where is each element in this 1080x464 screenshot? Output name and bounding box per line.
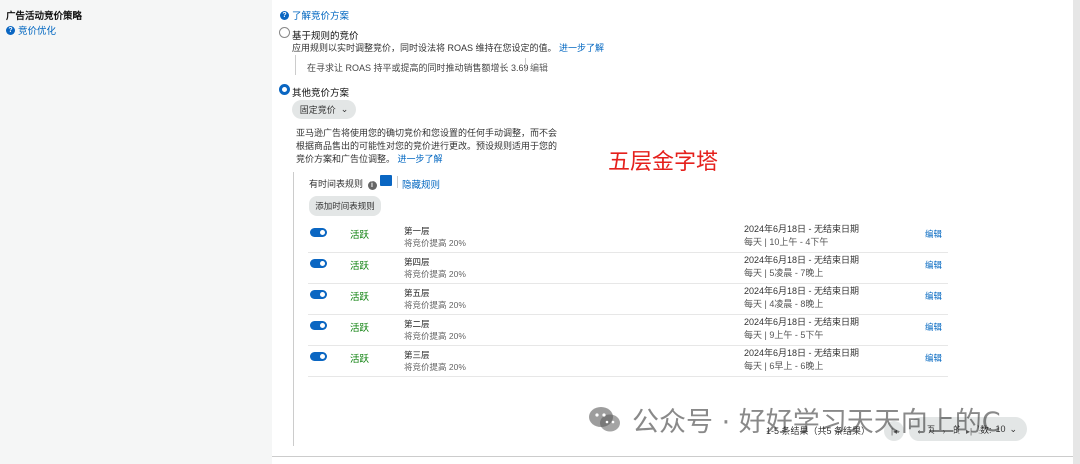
watermark: 公众号 · 好好学习天天向上的C [588, 400, 1001, 439]
rule-desc: 将竞价提高 20% [404, 362, 466, 372]
rule-edit-link[interactable]: 编辑 [925, 321, 942, 333]
rule-row: 活跃 第二层将竞价提高 20% 2024年6月18日 - 无结束日期 每天 | 9上午… [308, 315, 948, 346]
rule-toggle[interactable] [310, 259, 327, 268]
bidding-type-value: 固定竞价 [299, 105, 336, 115]
rule-desc: 将竞价提高 20% [404, 269, 466, 279]
rule-date: 2024年6月18日 - 无结束日期 [744, 286, 860, 296]
rule-name: 第三层 [404, 350, 430, 360]
rule-status: 活跃 [350, 292, 370, 303]
rule-toggle[interactable] [310, 352, 327, 361]
rule-edit-link[interactable]: 编辑 [925, 259, 942, 271]
rule-status: 活跃 [350, 261, 370, 272]
rule-based-learn-more[interactable]: 进一步了解 [559, 43, 604, 53]
other-bidding-label: 其他竞价方案 [292, 88, 350, 99]
annotation-title: 五层金字塔 [608, 150, 719, 175]
sidebar: 广告活动竞价策略 ? 竞价优化 [0, 0, 272, 464]
rule-time: 每天 | 9上午 - 5下午 [744, 330, 824, 340]
roas-edit-link[interactable]: 编辑 [530, 61, 548, 74]
rule-status: 活跃 [350, 323, 370, 334]
bidding-type-dropdown[interactable]: 固定竞价 ⌄ [292, 100, 356, 119]
watermark-text: 公众号 · 好好学习天天向上的C [632, 407, 1001, 438]
sidebar-title: 广告活动竞价策略 [6, 11, 83, 22]
rule-name: 第四层 [404, 257, 430, 267]
rule-edit-link[interactable]: 编辑 [925, 290, 942, 302]
rule-date: 2024年6月18日 - 无结束日期 [744, 348, 860, 358]
rule-row: 活跃 第四层将竞价提高 20% 2024年6月18日 - 无结束日期 每天 | 5凌晨… [308, 253, 948, 284]
other-bidding-desc-2: 根据商品售出的可能性对您的竞价进行更改。预设规则适用于您的 [296, 141, 558, 151]
other-bidding-desc-3-text: 竞价方案和广告位调整。 [296, 154, 396, 164]
rule-date: 2024年6月18日 - 无结束日期 [744, 255, 860, 265]
rule-toggle[interactable] [310, 290, 327, 299]
rule-toggle[interactable] [310, 228, 327, 237]
rule-edit-link[interactable]: 编辑 [925, 228, 942, 240]
rule-status: 活跃 [350, 354, 370, 365]
rule-time: 每天 | 10上午 - 4下午 [744, 237, 829, 247]
rule-status: 活跃 [350, 230, 370, 241]
bid-optimization-link[interactable]: ? 竞价优化 [6, 23, 56, 37]
rule-based-label: 基于规则的竞价 [292, 31, 359, 42]
bid-optimization-label: 竞价优化 [18, 26, 57, 37]
rule-based-desc-text: 应用规则以实时调整竞价，同时设法将 ROAS 维持在您设定的值。 [292, 43, 557, 53]
rule-based-radio[interactable] [279, 27, 290, 38]
calendar-chart-icon[interactable] [380, 175, 392, 186]
other-bidding-desc-3: 竞价方案和广告位调整。 进一步了解 [296, 152, 443, 165]
rule-time: 每天 | 6早上 - 6晚上 [744, 361, 824, 371]
divider [397, 176, 398, 188]
rule-desc: 将竞价提高 20% [404, 331, 466, 341]
other-bidding-radio[interactable] [279, 84, 290, 95]
hide-rules-link[interactable]: 隐藏规则 [402, 177, 440, 191]
schedule-label-text: 有时间表规则 [309, 179, 364, 189]
help-icon: ? [280, 10, 289, 20]
roas-goal-text: 在寻求让 ROAS 持平或提高的同时推动销售额增长 3.69 [307, 63, 529, 73]
chevron-down-icon: ⌄ [1009, 423, 1018, 434]
wechat-icon [589, 406, 620, 431]
rule-edit-link[interactable]: 编辑 [925, 352, 942, 364]
info-icon[interactable]: i [367, 181, 377, 190]
rule-based-desc: 应用规则以实时调整竞价，同时设法将 ROAS 维持在您设定的值。 进一步了解 [292, 41, 604, 54]
rule-desc: 将竞价提高 20% [404, 238, 466, 248]
rule-name: 第一层 [404, 226, 430, 236]
other-bidding-learn-more[interactable]: 进一步了解 [398, 154, 443, 164]
rule-row: 活跃 第三层将竞价提高 20% 2024年6月18日 - 无结束日期 每天 | 6早上… [308, 346, 948, 377]
rule-toggle[interactable] [310, 321, 327, 330]
divider [272, 456, 1073, 457]
rule-name: 第五层 [404, 288, 430, 298]
add-schedule-rule-button[interactable]: 添加时间表规则 [309, 196, 381, 216]
rule-date: 2024年6月18日 - 无结束日期 [744, 317, 860, 327]
scrollbar[interactable] [1073, 0, 1080, 464]
help-icon: ? [6, 25, 15, 35]
other-bidding-desc-1: 亚马逊广告将使用您的确切竞价和您设置的任何手动调整，而不会 [296, 128, 558, 138]
main-panel: ? 了解竞价方案 基于规则的竞价 应用规则以实时调整竞价，同时设法将 ROAS … [272, 0, 1073, 456]
divider [295, 55, 296, 75]
chevron-down-icon: ⌄ [340, 104, 349, 114]
rule-date: 2024年6月18日 - 无结束日期 [744, 224, 860, 234]
rule-time: 每天 | 5凌晨 - 7晚上 [744, 268, 824, 278]
rule-time: 每天 | 4凌晨 - 8晚上 [744, 299, 824, 309]
rule-row: 活跃 第一层将竞价提高 20% 2024年6月18日 - 无结束日期 每天 | 10上… [308, 222, 948, 253]
rule-desc: 将竞价提高 20% [404, 300, 466, 310]
divider [525, 58, 526, 72]
schedule-label: 有时间表规则 i [309, 177, 377, 190]
learn-bidding-link[interactable]: ? 了解竞价方案 [280, 8, 349, 22]
learn-bidding-label: 了解竞价方案 [292, 11, 350, 22]
rule-name: 第二层 [404, 319, 430, 329]
divider [293, 172, 294, 446]
rule-row: 活跃 第五层将竞价提高 20% 2024年6月18日 - 无结束日期 每天 | 4凌晨… [308, 284, 948, 315]
